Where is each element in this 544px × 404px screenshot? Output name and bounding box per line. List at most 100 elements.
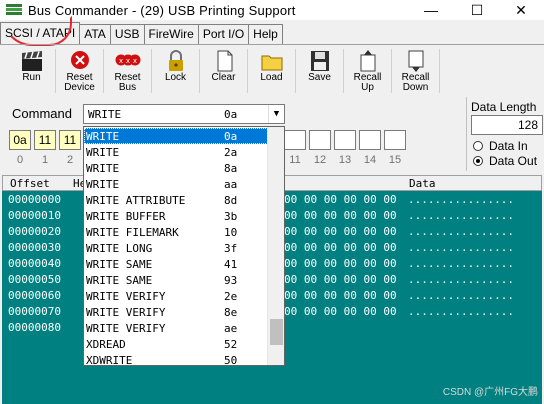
cdb-byte-0[interactable]: 0a bbox=[9, 130, 31, 150]
list-item[interactable]: WRITE VERIFY 2e bbox=[84, 288, 268, 304]
item-name: WRITE FILEMARK bbox=[86, 225, 179, 239]
row-offset: 00000020 bbox=[8, 225, 61, 238]
data-in-radio[interactable]: Data In bbox=[473, 139, 528, 153]
item-name: WRITE SAME bbox=[86, 257, 153, 271]
item-code: 0a bbox=[224, 129, 238, 143]
tab-ata[interactable]: ATA bbox=[79, 24, 111, 44]
list-item[interactable]: WRITE FILEMARK 10 bbox=[84, 224, 268, 240]
table-row: 00000010 bbox=[8, 209, 61, 225]
item-name: WRITE SAME bbox=[86, 273, 153, 287]
cdb-index: 2 bbox=[66, 154, 74, 166]
tab-usb[interactable]: USB bbox=[109, 24, 145, 44]
maximize-button[interactable]: ☐ bbox=[454, 0, 500, 20]
cdb-byte-2[interactable]: 11 bbox=[59, 130, 81, 150]
close-button[interactable]: ✕ bbox=[498, 0, 544, 20]
red-stop-icon bbox=[70, 51, 89, 69]
item-code: 93 bbox=[224, 273, 238, 287]
item-name: WRITE VERIFY bbox=[86, 289, 166, 303]
scrollbar-thumb[interactable] bbox=[270, 319, 283, 345]
cdb-byte-15[interactable] bbox=[384, 130, 406, 150]
cdb-byte-1[interactable]: 11 bbox=[34, 130, 56, 150]
cdb-index: 15 bbox=[388, 154, 402, 166]
table-row: 00000030 bbox=[8, 241, 61, 257]
app-icon bbox=[6, 4, 22, 15]
reset-device-button[interactable]: Reset Device bbox=[56, 49, 104, 93]
list-item[interactable]: WRITE aa bbox=[84, 176, 268, 192]
hex-bytes: 00 00 00 00 00 00 bbox=[284, 289, 397, 302]
table-row: 00000080 bbox=[8, 321, 61, 337]
menu-tabs: SCSI / ATAPI ATA USB FireWire Port I/O H… bbox=[0, 22, 544, 44]
cdb-index: 0 bbox=[16, 154, 24, 166]
cdb-index: 14 bbox=[363, 154, 377, 166]
list-item[interactable]: WRITE 2a bbox=[84, 144, 268, 160]
list-item[interactable]: WRITE LONG 3f bbox=[84, 240, 268, 256]
run-button[interactable]: Run bbox=[8, 49, 56, 93]
recall-down-icon bbox=[408, 50, 423, 72]
tab-port-io[interactable]: Port I/O bbox=[197, 24, 250, 44]
data-out-radio[interactable]: Data Out bbox=[473, 154, 537, 168]
floppy-disk-icon bbox=[310, 51, 329, 71]
ascii-bytes: ................ bbox=[408, 193, 514, 206]
recall-down-button[interactable]: Recall Down bbox=[392, 49, 440, 93]
cdb-byte-13[interactable] bbox=[334, 130, 356, 150]
tab-help[interactable]: Help bbox=[248, 24, 283, 44]
save-button[interactable]: Save bbox=[296, 49, 344, 93]
list-item[interactable]: XDWRITE 50 bbox=[84, 352, 268, 366]
list-item[interactable]: WRITE 8a bbox=[84, 160, 268, 176]
dropdown-scrollbar[interactable] bbox=[267, 127, 284, 365]
list-item[interactable]: WRITE BUFFER 3b bbox=[84, 208, 268, 224]
list-item[interactable]: XDREAD 52 bbox=[84, 336, 268, 352]
table-row: 00000060 bbox=[8, 289, 61, 305]
clear-button[interactable]: Clear bbox=[200, 49, 248, 93]
tab-label: FireWire bbox=[148, 27, 194, 41]
tab-label: Help bbox=[253, 27, 278, 41]
clapperboard-icon bbox=[21, 51, 42, 71]
list-item[interactable]: WRITE SAME 41 bbox=[84, 256, 268, 272]
svg-text:x: x bbox=[125, 57, 129, 65]
row-offset: 00000030 bbox=[8, 241, 61, 254]
list-item[interactable]: WRITE SAME 93 bbox=[84, 272, 268, 288]
row-offset: 00000070 bbox=[8, 305, 61, 318]
data-length-input[interactable]: 128 bbox=[471, 115, 543, 135]
list-item[interactable]: WRITE VERIFY ae bbox=[84, 320, 268, 336]
cdb-byte-11[interactable] bbox=[284, 130, 306, 150]
ascii-bytes: ................ bbox=[408, 257, 514, 270]
cdb-index: 11 bbox=[289, 154, 301, 166]
lock-button[interactable]: Lock bbox=[152, 49, 200, 93]
hex-bytes: 00 00 00 00 00 00 bbox=[284, 209, 397, 222]
reset-bus-button[interactable]: x x x Reset Bus bbox=[104, 49, 152, 93]
hex-bytes: 00 00 00 00 00 00 bbox=[284, 225, 397, 238]
ascii-bytes: ................ bbox=[408, 289, 514, 302]
data-out-label: Data Out bbox=[489, 154, 538, 168]
load-button[interactable]: Load bbox=[248, 49, 296, 93]
item-name: WRITE VERIFY bbox=[86, 305, 166, 319]
svg-text:x: x bbox=[132, 57, 136, 65]
item-code: 50 bbox=[224, 353, 238, 366]
list-item[interactable]: WRITE VERIFY 8e bbox=[84, 304, 268, 320]
item-code: 2a bbox=[224, 145, 238, 159]
item-code: 2e bbox=[224, 289, 238, 303]
lock-label: Lock bbox=[164, 72, 187, 83]
cdb-byte-14[interactable] bbox=[359, 130, 381, 150]
offset-header: Offset bbox=[10, 177, 50, 190]
command-dropdown-list[interactable]: WRITE 0a WRITE 2a WRITE 8a WRITE aa WRITE AT… bbox=[83, 126, 285, 366]
recall-up-button[interactable]: Recall Up bbox=[344, 49, 392, 93]
minimize-button[interactable]: — bbox=[408, 0, 454, 20]
command-select[interactable]: WRITE 0a ▼ bbox=[83, 104, 285, 124]
data-in-label: Data In bbox=[489, 139, 528, 153]
ascii-bytes: ................ bbox=[408, 273, 514, 286]
list-item[interactable]: WRITE ATTRIBUTE 8d bbox=[84, 192, 268, 208]
table-row: 00000000 bbox=[8, 193, 61, 209]
title-bar: Bus Commander - (29) USB Printing Suppor… bbox=[0, 0, 544, 20]
svg-text:x: x bbox=[118, 57, 122, 65]
chevron-down-icon[interactable]: ▼ bbox=[268, 105, 284, 123]
folder-icon bbox=[261, 55, 282, 71]
list-item[interactable]: WRITE 0a bbox=[84, 128, 268, 144]
data-length-panel: Data Length 128 Data In Data Out bbox=[466, 97, 544, 171]
cdb-byte-12[interactable] bbox=[309, 130, 331, 150]
cdb-index: 12 bbox=[313, 154, 327, 166]
tab-firewire[interactable]: FireWire bbox=[143, 24, 199, 44]
reset-bus-label-2: Bus bbox=[118, 82, 137, 93]
item-name: XDWRITE bbox=[86, 353, 133, 366]
row-offset: 00000040 bbox=[8, 257, 61, 270]
